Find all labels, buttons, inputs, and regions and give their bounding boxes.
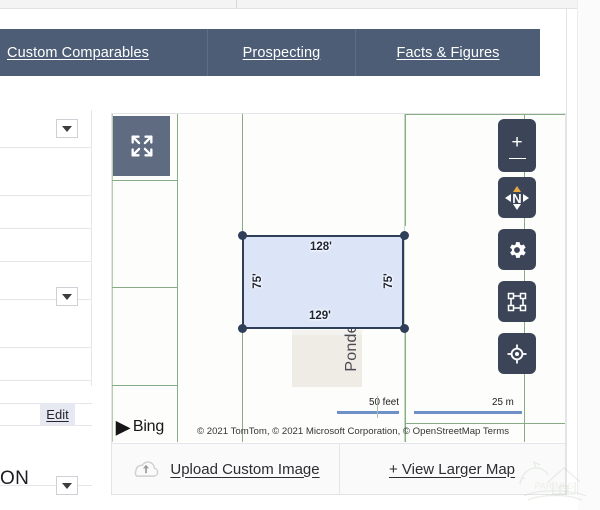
map-footer: Upload Custom Image + View Larger Map (112, 443, 565, 494)
panel-row (0, 110, 92, 148)
panel-row (0, 148, 92, 196)
status-on-text: ON (0, 468, 30, 489)
page-right-border (577, 0, 578, 510)
bing-logo-text: Bing (132, 418, 165, 435)
dropdown-caret-1[interactable] (56, 119, 78, 138)
lot-line (405, 114, 565, 116)
panel-row (0, 348, 92, 381)
bing-mark-icon: ▶ (116, 417, 130, 437)
parcel-dimension-bottom: 129' (309, 310, 331, 322)
lot-line (112, 180, 178, 182)
parcel-dimension-right: 75' (382, 273, 395, 289)
zoom-out-button[interactable] (508, 157, 526, 160)
svg-text:N: N (512, 191, 521, 206)
svg-text:PAR MLS: PAR MLS (535, 481, 574, 491)
brand-watermark-logo: PAR MLS (519, 460, 587, 501)
lot-line (405, 423, 565, 425)
tab-custom-comparables-label: Custom Comparables (7, 44, 150, 61)
tab-prospecting[interactable]: Prospecting (208, 29, 356, 76)
compass-icon: N (505, 185, 529, 210)
parcel-vertex-sw[interactable] (238, 324, 247, 333)
locate-me-control[interactable] (498, 333, 536, 374)
edit-button-label: Edit (46, 406, 69, 422)
panel-row (0, 196, 92, 229)
draw-shape-control[interactable] (498, 281, 536, 322)
parcel-vertex-ne[interactable] (400, 231, 409, 240)
top-strip-divider (236, 0, 237, 8)
bing-logo: ▶ Bing (116, 418, 164, 436)
panel-row (0, 300, 92, 348)
lot-line (177, 114, 179, 442)
map-attribution: © 2021 TomTom, © 2021 Microsoft Corporat… (197, 426, 509, 437)
parcel-vertex-se[interactable] (400, 324, 409, 333)
tab-facts-figures[interactable]: Facts & Figures (356, 29, 540, 76)
chevron-down-icon (62, 125, 72, 132)
lot-line (112, 385, 178, 387)
shape-icon (507, 292, 527, 311)
panel-row (0, 381, 92, 404)
gear-icon (510, 241, 526, 258)
scale-label-feet: 50 feet (369, 397, 399, 408)
expand-icon (131, 135, 152, 157)
scale-label-meters: 25 m (492, 397, 514, 408)
map-settings-control[interactable] (498, 229, 536, 270)
dropdown-caret-3[interactable] (56, 476, 78, 495)
left-detail-panel (0, 110, 92, 510)
target-icon (507, 344, 527, 363)
tab-custom-comparables[interactable]: Custom Comparables (0, 29, 208, 76)
top-strip-underline (0, 8, 578, 9)
panel-right-edge (91, 110, 92, 386)
tab-bar: Custom Comparables Prospecting Facts & F… (0, 29, 540, 76)
upload-custom-image-button[interactable]: Upload Custom Image (112, 444, 340, 494)
cloud-upload-icon (135, 461, 159, 477)
panel-row (0, 229, 92, 262)
parcel-dimension-left: 75' (251, 273, 264, 289)
scale-bar-meters (414, 411, 522, 414)
lot-line (404, 114, 406, 442)
zoom-control[interactable]: + (498, 119, 536, 172)
chevron-down-icon (62, 293, 72, 300)
zoom-in-button[interactable]: + (511, 132, 522, 154)
page-top-strip (0, 0, 600, 8)
view-larger-map-label: + View Larger Map (388, 460, 516, 478)
dropdown-caret-2[interactable] (56, 287, 78, 306)
panel-row (0, 262, 92, 300)
tab-facts-figures-label: Facts & Figures (396, 44, 500, 61)
scale-bar-feet (337, 411, 399, 414)
upload-custom-image-label: Upload Custom Image (170, 460, 320, 478)
card-right-border (566, 9, 567, 510)
tab-prospecting-label: Prospecting (242, 44, 321, 61)
compass-control[interactable]: N (498, 177, 536, 218)
screenshot-root: Custom Comparables Prospecting Facts & F… (0, 0, 600, 510)
fullscreen-button[interactable] (113, 116, 170, 176)
parcel-vertex-nw[interactable] (238, 231, 247, 240)
page-right-gutter (578, 0, 600, 510)
chevron-down-icon (62, 482, 72, 489)
edit-button[interactable]: Edit (40, 403, 75, 425)
page-bottom-area (0, 495, 578, 510)
parcel-dimension-top: 128' (310, 241, 332, 253)
lot-line (112, 287, 178, 289)
scale-divider-lot-line (377, 396, 378, 418)
